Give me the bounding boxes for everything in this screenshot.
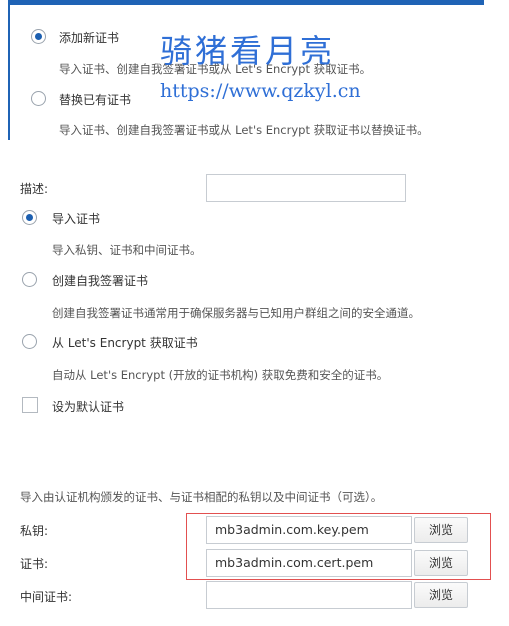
- radio-add-new-certificate[interactable]: [31, 29, 46, 44]
- default-certificate-label: 设为默认证书: [52, 400, 125, 414]
- description-input[interactable]: [206, 174, 406, 202]
- watermark-url: https://www.qzkyl.cn: [160, 80, 361, 102]
- replace-certificate-desc: 导入证书、创建自我签署证书或从 Let's Encrypt 获取证书以替换证书。: [59, 123, 429, 137]
- import-certificate-label: 导入证书: [52, 212, 101, 226]
- private-key-label: 私钥:: [20, 524, 49, 538]
- radio-replace-certificate[interactable]: [31, 91, 46, 106]
- radio-import-certificate[interactable]: [22, 210, 37, 225]
- replace-certificate-label: 替换已有证书: [59, 93, 132, 107]
- intermediate-certificate-input[interactable]: [206, 581, 412, 609]
- add-new-certificate-label: 添加新证书: [59, 31, 120, 45]
- import-certificate-desc: 导入私钥、证书和中间证书。: [52, 243, 202, 257]
- certificate-input[interactable]: mb3admin.com.cert.pem: [206, 549, 412, 577]
- certificate-label: 证书:: [20, 557, 49, 571]
- lets-encrypt-certificate-label: 从 Let's Encrypt 获取证书: [52, 336, 198, 350]
- private-key-input[interactable]: mb3admin.com.key.pem: [206, 516, 412, 544]
- intermediate-certificate-label: 中间证书:: [20, 590, 73, 604]
- private-key-browse-button[interactable]: 浏览: [414, 517, 468, 543]
- intermediate-certificate-browse-button[interactable]: 浏览: [414, 582, 468, 608]
- lets-encrypt-certificate-desc: 自动从 Let's Encrypt (开放的证书机构) 获取免费和安全的证书。: [52, 368, 389, 382]
- default-certificate-checkbox[interactable]: [22, 397, 38, 413]
- description-label: 描述:: [20, 182, 49, 196]
- watermark-title: 骑猪看月亮: [160, 32, 336, 70]
- self-signed-certificate-label: 创建自我签署证书: [52, 274, 149, 288]
- panel-left-border: [8, 0, 10, 140]
- self-signed-certificate-desc: 创建自我签署证书通常用于确保服务器与已知用户群组之间的安全通道。: [52, 306, 420, 320]
- radio-self-signed-certificate[interactable]: [22, 272, 37, 287]
- certificate-browse-button[interactable]: 浏览: [414, 550, 468, 576]
- panel-top-border: [8, 0, 484, 5]
- import-intro-text: 导入由认证机构颁发的证书、与证书相配的私钥以及中间证书（可选）。: [20, 490, 383, 504]
- radio-lets-encrypt-certificate[interactable]: [22, 334, 37, 349]
